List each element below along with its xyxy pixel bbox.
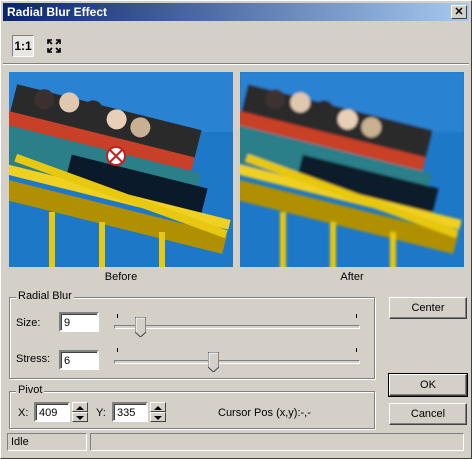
fit-to-window-icon [47, 39, 61, 53]
size-slider-thumb[interactable] [135, 317, 147, 337]
size-field[interactable]: 9 [59, 312, 99, 332]
size-label: Size: [16, 317, 41, 329]
window-title: Radial Blur Effect [7, 5, 108, 19]
before-label: Before [104, 271, 138, 283]
stress-slider-thumb[interactable] [208, 352, 219, 372]
pivot-y-label: Y: [96, 407, 106, 419]
after-image [240, 72, 464, 267]
after-label: After [340, 271, 364, 283]
status-panel [90, 433, 464, 451]
fit-to-window-button[interactable] [43, 35, 65, 57]
arrow-up-icon [76, 406, 84, 410]
pivot-x-down-button[interactable] [72, 412, 88, 422]
stress-slider-tick-max [356, 348, 357, 352]
cursor-position-label: Cursor Pos (x,y):-,- [218, 407, 311, 419]
ok-button[interactable]: OK [388, 373, 468, 397]
arrow-down-icon [154, 416, 162, 420]
pivot-y-spinner[interactable] [150, 402, 166, 422]
size-slider-tick-min [117, 314, 118, 318]
radial-blur-group-label: Radial Blur [16, 290, 74, 302]
radial-blur-group: Radial Blur Size: 9 Stress: 6 [9, 290, 375, 379]
size-slider-track[interactable] [114, 325, 360, 329]
pivot-x-field[interactable]: 409 [34, 402, 70, 422]
pivot-y-field[interactable]: 335 [112, 402, 148, 422]
center-button[interactable]: Center [389, 297, 467, 319]
title-bar[interactable]: Radial Blur Effect ✕ [3, 3, 469, 21]
before-image [9, 72, 233, 267]
stress-label: Stress: [16, 353, 51, 365]
actual-size-button[interactable]: 1:1 [12, 35, 34, 57]
close-button[interactable]: ✕ [451, 5, 467, 19]
stress-slider-track[interactable] [114, 360, 360, 364]
pivot-group: Pivot X: 409 Y: 335 Cursor Pos (x,y):-,- [9, 384, 375, 429]
stress-slider-tick-min [117, 348, 118, 352]
pivot-y-up-button[interactable] [150, 402, 166, 412]
arrow-down-icon [76, 416, 84, 420]
before-preview[interactable] [9, 72, 233, 267]
cancel-button[interactable]: Cancel [389, 403, 467, 425]
dialog-window: Radial Blur Effect ✕ 1:1 Before After Ra… [0, 0, 472, 459]
pivot-x-up-button[interactable] [72, 402, 88, 412]
pivot-y-down-button[interactable] [150, 412, 166, 422]
pivot-x-label: X: [18, 407, 29, 419]
size-slider-tick-max [356, 314, 357, 318]
stress-field[interactable]: 6 [59, 350, 99, 370]
pivot-marker-icon[interactable] [106, 146, 126, 166]
pivot-x-spinner[interactable] [72, 402, 88, 422]
toolbar-separator [3, 63, 469, 65]
after-preview [240, 72, 464, 267]
arrow-up-icon [154, 406, 162, 410]
pivot-group-label: Pivot [16, 384, 45, 396]
status-text: Idle [7, 433, 87, 451]
